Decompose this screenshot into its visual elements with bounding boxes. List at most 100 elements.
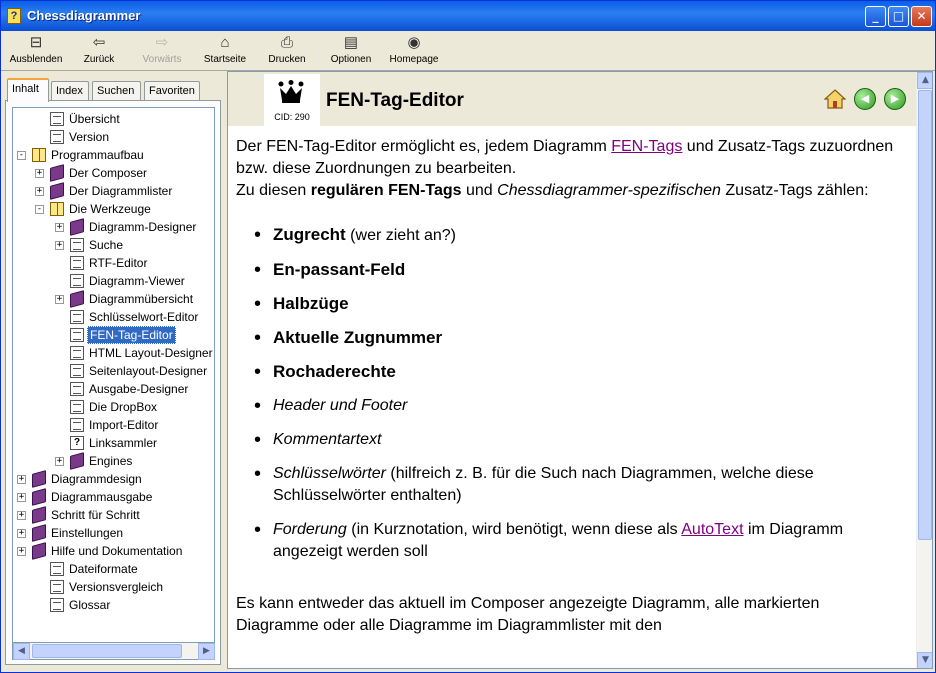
tree-item[interactable]: Die DropBox — [13, 398, 214, 416]
forward-button[interactable]: ⇨ Vorwärts — [139, 33, 185, 69]
tree-item[interactable]: + Der Composer — [13, 164, 214, 182]
page-icon — [70, 382, 84, 396]
homepage-button[interactable]: ◉ Homepage — [387, 33, 441, 69]
tree-item[interactable]: Import-Editor — [13, 416, 214, 434]
tree-item[interactable]: Versionsvergleich — [13, 578, 214, 596]
options-icon: ▤ — [343, 34, 359, 51]
back-button[interactable]: ⇦ Zurück — [77, 33, 121, 69]
options-label: Optionen — [330, 54, 372, 65]
tree-item-label: Hilfe und Dokumentation — [51, 544, 183, 558]
tree-item[interactable]: - Programmaufbau — [13, 146, 214, 164]
topic-body: Der FEN-Tag-Editor ermöglicht es, jedem … — [236, 136, 906, 637]
tree-item[interactable]: + Engines — [13, 452, 214, 470]
tree-item[interactable]: Schlüsselwort-Editor — [13, 308, 214, 326]
intro-text: Zu diesen — [236, 182, 311, 199]
tree-item[interactable]: - Die Werkzeuge — [13, 200, 214, 218]
contents-tree[interactable]: Übersicht Version - Programmaufbau + Der Comp… — [12, 107, 215, 643]
page-icon — [70, 364, 84, 378]
fen-tags-link[interactable]: FEN-Tags — [611, 138, 682, 155]
expand-icon[interactable]: + — [17, 529, 26, 538]
tree-item[interactable]: + Schritt für Schritt — [13, 506, 214, 524]
collapse-icon[interactable]: - — [35, 205, 44, 214]
vertical-scroll-thumb[interactable] — [918, 90, 932, 540]
tree-item[interactable]: + Hilfe und Dokumentation — [13, 542, 214, 560]
printer-icon: ⎙ — [280, 34, 293, 51]
help-page-icon: ? — [70, 436, 84, 450]
tree-item-label: Linksammler — [89, 436, 158, 450]
tree-item[interactable]: ? Linksammler — [13, 434, 214, 452]
book-icon — [70, 290, 84, 308]
hide-button[interactable]: ⊟ Ausblenden — [7, 33, 65, 69]
start-page-button[interactable]: ⌂ Startseite — [201, 33, 249, 69]
options-button[interactable]: ▤ Optionen — [327, 33, 375, 69]
collapse-icon[interactable]: - — [17, 151, 26, 160]
intro-italic: Chessdiagrammer-spezifischen — [497, 182, 721, 199]
book-icon — [32, 488, 46, 506]
minimize-button[interactable]: _ — [865, 6, 886, 27]
scroll-up-button[interactable]: ▲ — [917, 72, 932, 89]
scroll-down-button[interactable]: ▼ — [917, 652, 932, 668]
tab-favorites[interactable]: Favoriten — [144, 81, 200, 101]
tree-item-label: Einstellungen — [51, 526, 124, 540]
home-icon[interactable] — [824, 88, 846, 110]
expand-icon[interactable]: + — [35, 169, 44, 178]
tree-item[interactable]: Seitenlayout-Designer — [13, 362, 214, 380]
tab-index[interactable]: Index — [51, 81, 89, 101]
tree-item[interactable]: Diagramm-Viewer — [13, 272, 214, 290]
tree-item[interactable]: Übersicht — [13, 110, 214, 128]
tree-item[interactable]: + Einstellungen — [13, 524, 214, 542]
expand-icon[interactable]: + — [17, 511, 26, 520]
tree-item[interactable]: + Diagrammdesign — [13, 470, 214, 488]
tree-item[interactable]: + Der Diagrammlister — [13, 182, 214, 200]
tree-item[interactable]: Ausgabe-Designer — [13, 380, 214, 398]
expand-icon[interactable]: + — [17, 493, 26, 502]
scroll-right-button[interactable]: ▶ — [198, 643, 215, 660]
tree-item-label: Der Composer — [69, 166, 148, 180]
tree-item[interactable]: + Diagrammausgabe — [13, 488, 214, 506]
tab-search[interactable]: Suchen — [92, 81, 141, 101]
topic-badge: CID: 290 — [264, 74, 320, 126]
tree-item-label: Die DropBox — [89, 400, 158, 414]
tree-item-label: Diagrammausgabe — [51, 490, 153, 504]
tree-item[interactable]: + Diagramm-Designer — [13, 218, 214, 236]
expand-icon[interactable]: + — [35, 187, 44, 196]
crown-icon — [278, 80, 304, 103]
expand-icon[interactable]: + — [55, 223, 64, 232]
tree-item[interactable]: + Suche — [13, 236, 214, 254]
tree-item[interactable]: FEN-Tag-Editor — [13, 326, 214, 344]
list-item: En-passant-Feld — [254, 259, 906, 281]
next-topic-icon[interactable]: ▶ — [884, 88, 906, 110]
tree-item[interactable]: + Diagrammübersicht — [13, 290, 214, 308]
book-icon — [50, 164, 64, 182]
expand-icon[interactable]: + — [55, 295, 64, 304]
expand-icon[interactable]: + — [17, 475, 26, 484]
tree-item[interactable]: Version — [13, 128, 214, 146]
expand-icon[interactable]: + — [17, 547, 26, 556]
title-bar[interactable]: ? Chessdiagrammer _ □ ✕ — [1, 1, 935, 31]
horizontal-scroll-thumb[interactable] — [32, 644, 182, 658]
maximize-button[interactable]: □ — [888, 6, 909, 27]
cid-label: CID: 290 — [274, 112, 310, 122]
tree-item[interactable]: Glossar — [13, 596, 214, 614]
previous-topic-icon[interactable]: ◀ — [854, 88, 876, 110]
list-item: Aktuelle Zugnummer — [254, 327, 906, 349]
autotext-link[interactable]: AutoText — [681, 521, 743, 538]
book-icon — [32, 524, 46, 542]
intro-text: Zusatz-Tags zählen: — [720, 182, 869, 199]
tree-item[interactable]: Dateiformate — [13, 560, 214, 578]
expand-icon[interactable]: + — [55, 241, 64, 250]
tree-item[interactable]: RTF-Editor — [13, 254, 214, 272]
page-icon — [50, 130, 64, 144]
close-button[interactable]: ✕ — [911, 6, 932, 27]
tab-contents[interactable]: Inhalt — [7, 78, 49, 102]
list-item: Halbzüge — [254, 293, 906, 315]
tree-item-label: Übersicht — [69, 112, 120, 126]
expand-icon[interactable]: + — [55, 457, 64, 466]
print-button[interactable]: ⎙ Drucken — [265, 33, 309, 69]
help-app-icon: ? — [7, 8, 21, 24]
tree-horizontal-scrollbar[interactable]: ◀ ▶ — [12, 643, 215, 660]
content-vertical-scrollbar[interactable]: ▲ ▼ — [916, 72, 932, 668]
tree-item[interactable]: HTML Layout-Designer — [13, 344, 214, 362]
scroll-left-button[interactable]: ◀ — [13, 643, 30, 660]
hide-panel-icon: ⊟ — [29, 34, 43, 51]
